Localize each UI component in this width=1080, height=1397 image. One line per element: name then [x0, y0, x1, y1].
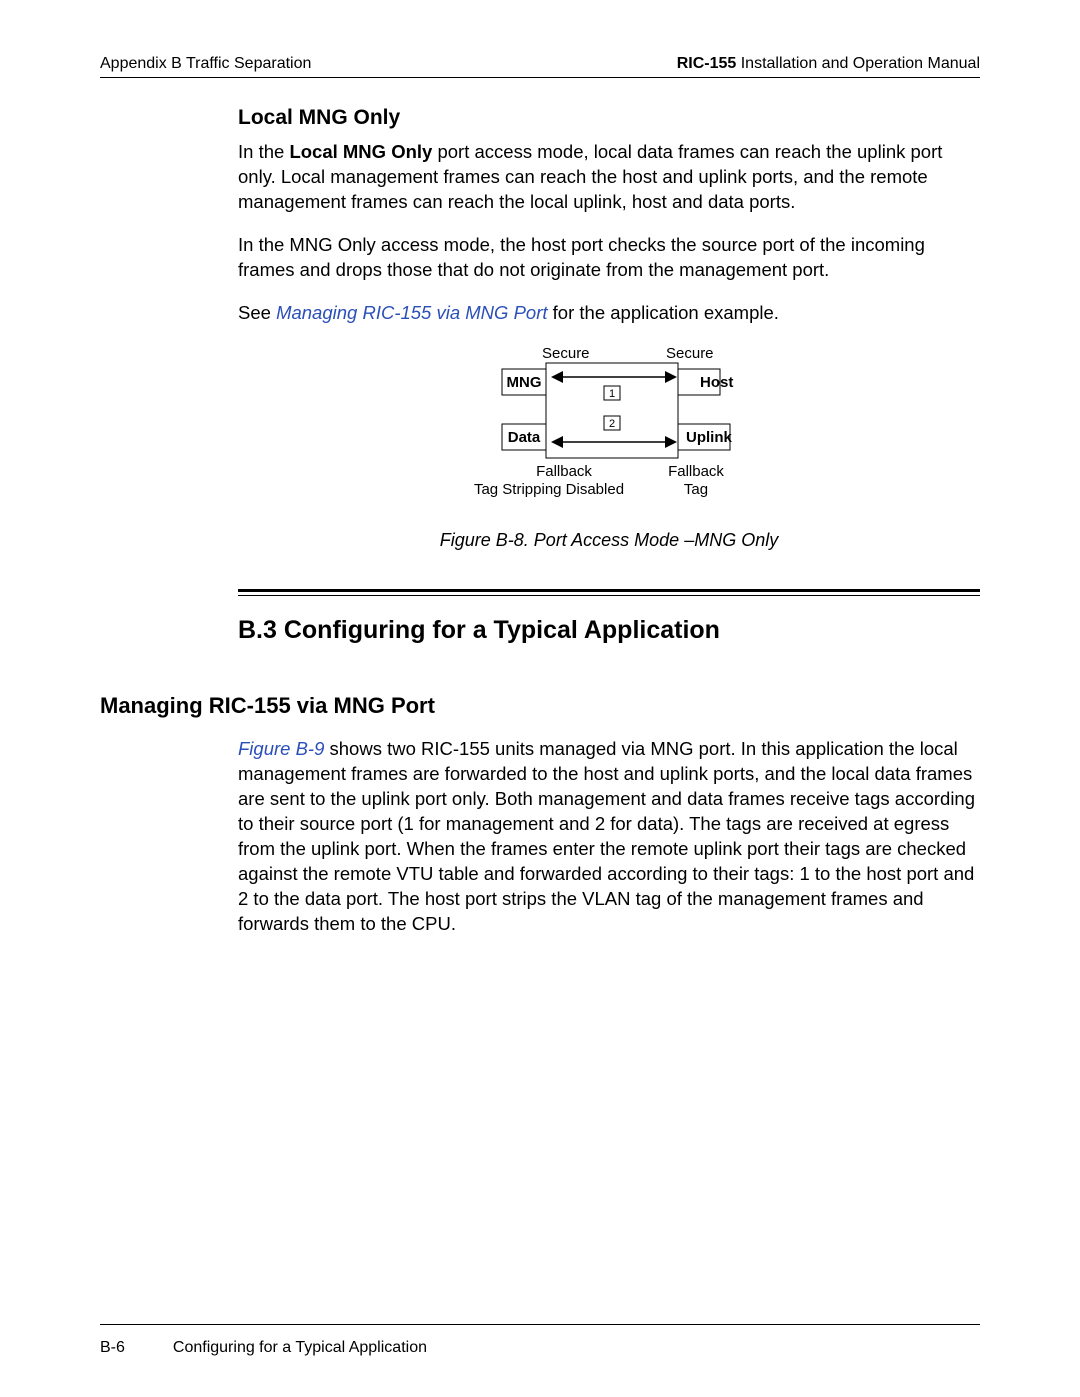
header-right: RIC-155 Installation and Operation Manua… [677, 55, 980, 73]
local-mng-only-term: Local MNG Only [289, 141, 432, 162]
local-mng-paragraph-3: See Managing RIC-155 via MNG Port for th… [238, 301, 980, 326]
data-port-label: Data [508, 429, 541, 446]
header-doc-title: Installation and Operation Manual [736, 55, 980, 72]
mng-port-reference-link[interactable]: Managing RIC-155 via MNG Port [276, 302, 547, 323]
tag-label-right: Tag [684, 481, 708, 498]
fallback-label-right: Fallback [668, 463, 724, 480]
tag-stripping-label: Tag Stripping Disabled [474, 481, 624, 498]
local-mng-only-heading: Local MNG Only [238, 106, 980, 130]
uplink-port-label: Uplink [686, 429, 732, 446]
section-divider [238, 589, 980, 596]
local-mng-paragraph-1: In the Local MNG Only port access mode, … [238, 140, 980, 215]
footer-section-title: Configuring for a Typical Application [173, 1339, 427, 1357]
secure-label-right: Secure [666, 345, 714, 362]
fallback-label-left: Fallback [536, 463, 592, 480]
secure-label-left: Secure [542, 345, 590, 362]
page-number: B-6 [100, 1339, 125, 1357]
page-header: Appendix B Traffic Separation RIC-155 In… [100, 55, 980, 78]
header-product: RIC-155 [677, 55, 737, 72]
page-footer: B-6 Configuring for a Typical Applicatio… [100, 1324, 980, 1357]
figure-b9-reference-link[interactable]: Figure B-9 [238, 738, 324, 759]
mng-port-label: MNG [507, 374, 542, 391]
header-left: Appendix B Traffic Separation [100, 55, 311, 73]
managing-ric155-paragraph: Figure B-9 shows two RIC-155 units manag… [238, 737, 980, 937]
host-port-label: Host [700, 374, 733, 391]
diagram-svg: Secure Secure MNG Host Data Uplink [434, 344, 784, 524]
figure-b8-caption: Figure B-8. Port Access Mode –MNG Only [238, 530, 980, 551]
section-b3-title: B.3 Configuring for a Typical Applicatio… [238, 616, 980, 645]
port-access-diagram: Secure Secure MNG Host Data Uplink [238, 344, 980, 524]
tag-2-label: 2 [609, 418, 615, 430]
tag-1-label: 1 [609, 388, 615, 400]
local-mng-paragraph-2: In the MNG Only access mode, the host po… [238, 233, 980, 283]
managing-ric155-heading: Managing RIC-155 via MNG Port [100, 693, 980, 719]
